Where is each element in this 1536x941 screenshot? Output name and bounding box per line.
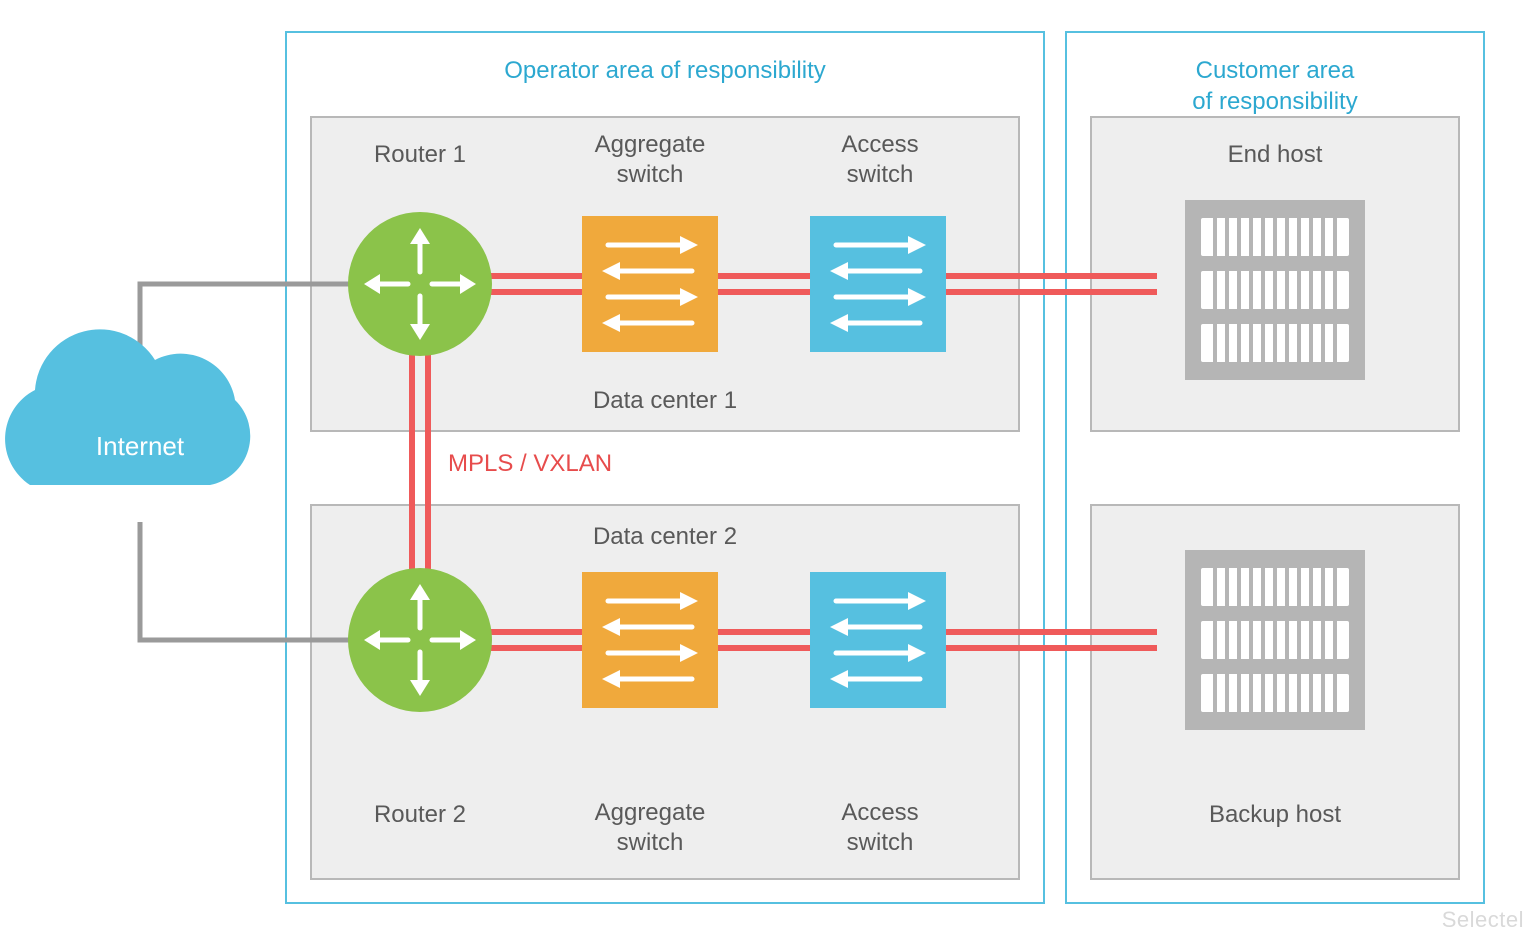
internet-label: Internet bbox=[96, 431, 185, 461]
aggregate-switch-2-icon bbox=[582, 572, 718, 708]
data-center-2-caption: Data center 2 bbox=[310, 522, 1020, 552]
end-host-server-icon bbox=[1185, 200, 1365, 380]
backup-host-server-icon bbox=[1185, 550, 1365, 730]
aggregate-switch-2-label: Aggregate switch bbox=[560, 798, 740, 858]
router-2-label: Router 2 bbox=[340, 800, 500, 830]
access-switch-2-icon bbox=[810, 572, 946, 708]
router-2-icon bbox=[348, 568, 492, 712]
watermark: Selectel bbox=[1442, 907, 1524, 933]
internet-cloud-icon: Internet bbox=[5, 329, 250, 485]
aggregate-switch-1-icon bbox=[582, 216, 718, 352]
router-1-label: Router 1 bbox=[340, 140, 500, 170]
access-switch-2-label: Access switch bbox=[790, 798, 970, 858]
access-switch-1-icon bbox=[810, 216, 946, 352]
aggregate-switch-1-label: Aggregate switch bbox=[560, 130, 740, 190]
mpls-vxlan-label: MPLS / VXLAN bbox=[448, 450, 612, 478]
end-host-label: End host bbox=[1090, 140, 1460, 170]
data-center-1-caption: Data center 1 bbox=[310, 386, 1020, 416]
backup-host-label: Backup host bbox=[1090, 800, 1460, 830]
access-switch-1-label: Access switch bbox=[790, 130, 970, 190]
router-1-icon bbox=[348, 212, 492, 356]
